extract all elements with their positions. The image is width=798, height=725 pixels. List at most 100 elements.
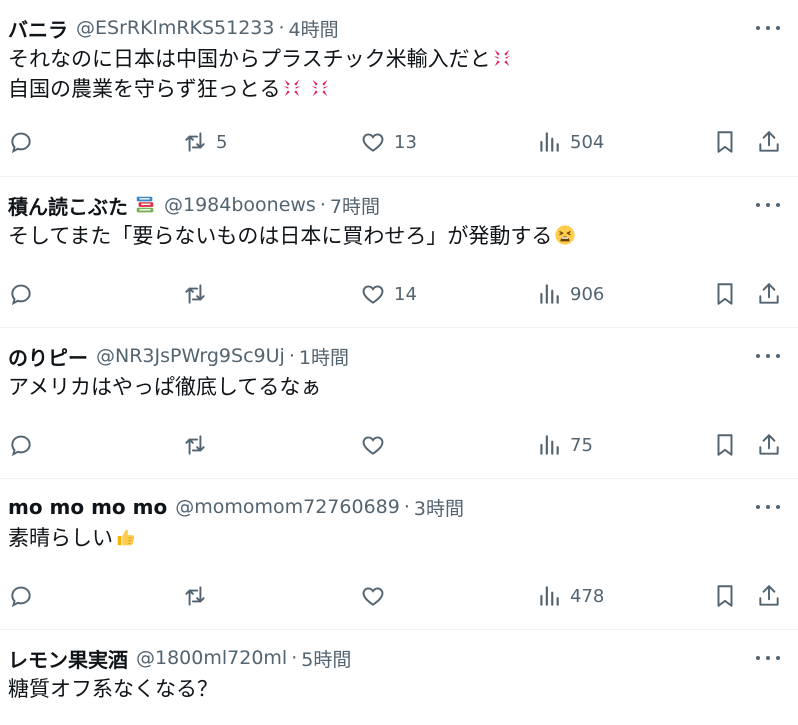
share-button[interactable] — [756, 431, 782, 459]
views-button[interactable]: 504 — [536, 128, 604, 156]
separator-dot: · — [278, 17, 285, 39]
reply-icon — [11, 435, 31, 457]
display-name[interactable]: 積ん読こぶた — [8, 191, 128, 220]
repost-button[interactable] — [182, 582, 216, 610]
post-time[interactable]: 1時間 — [299, 343, 349, 370]
views-button[interactable]: 75 — [536, 431, 593, 459]
share-icon — [759, 585, 779, 606]
action-bar: 75 — [8, 431, 784, 459]
action-bar: 5 13 504 — [8, 128, 784, 156]
post-text-line: そしてまた「要らないものは日本に買わせろ」が発動する — [8, 224, 553, 248]
reply-icon — [11, 284, 31, 306]
display-name[interactable]: mo mo mo mo — [8, 495, 167, 519]
more-icon[interactable] — [756, 346, 780, 366]
reply-button[interactable] — [8, 582, 34, 610]
weary-face-emoji — [555, 225, 575, 245]
repost-button[interactable]: 5 — [182, 128, 227, 156]
user-handle[interactable]: @1800ml720ml — [136, 647, 287, 669]
anger-emoji — [493, 49, 510, 67]
like-button[interactable] — [360, 431, 394, 459]
heart-icon — [362, 285, 384, 304]
post-text-line: それなのに日本は中国からプラスチック米輸入だと — [8, 47, 491, 71]
views-icon — [540, 284, 559, 304]
post-text: 素晴らしい — [8, 523, 798, 553]
reply-post[interactable]: レモン果実酒 @1800ml720ml · 5時間 糖質オフ系なくなる？ — [0, 630, 798, 725]
reply-post[interactable]: のりピー @NR3JsPWrg9Sc9Uj · 1時間 アメリカはやっぱ徹底して… — [0, 328, 798, 479]
view-count: 906 — [570, 283, 605, 305]
separator-dot: · — [319, 194, 326, 216]
share-icon — [759, 283, 779, 304]
like-button[interactable]: 14 — [360, 280, 417, 308]
post-header: mo mo mo mo @momomom72760689 · 3時間 — [8, 493, 798, 521]
more-icon[interactable] — [756, 648, 780, 668]
separator-dot: · — [291, 647, 298, 669]
post-time[interactable]: 5時間 — [301, 645, 351, 672]
share-button[interactable] — [756, 128, 782, 156]
reply-post[interactable]: 積ん読こぶた @1984boonews · 7時間 そしてまた「要らないものは日… — [0, 177, 798, 328]
post-header: バニラ @ESrRKlmRKS51233 · 4時間 — [8, 14, 798, 42]
share-button[interactable] — [756, 280, 782, 308]
post-text-line: 糖質オフ系なくなる？ — [8, 677, 218, 701]
reply-feed: バニラ @ESrRKlmRKS51233 · 4時間 それなのに日本は中国からプ… — [0, 0, 798, 725]
display-name[interactable]: レモン果実酒 — [8, 644, 128, 673]
share-icon — [759, 131, 779, 152]
more-icon[interactable] — [756, 497, 780, 517]
anger-emoji — [283, 79, 300, 97]
like-button[interactable] — [360, 582, 394, 610]
share-icon — [759, 434, 779, 455]
reply-button[interactable] — [8, 128, 34, 156]
views-icon — [540, 586, 559, 606]
more-icon[interactable] — [756, 195, 780, 215]
user-handle[interactable]: @1984boonews — [164, 194, 316, 216]
bookmark-icon — [717, 131, 733, 153]
bookmark-button[interactable] — [712, 280, 738, 308]
share-button[interactable] — [756, 582, 782, 610]
bookmark-button[interactable] — [712, 582, 738, 610]
repost-icon — [185, 284, 205, 304]
view-count: 75 — [570, 434, 593, 456]
view-count: 478 — [570, 585, 605, 607]
views-button[interactable]: 906 — [536, 280, 604, 308]
reply-post[interactable]: バニラ @ESrRKlmRKS51233 · 4時間 それなのに日本は中国からプ… — [0, 0, 798, 177]
post-text-line: 自国の農業を守らず狂っとる — [8, 77, 281, 101]
user-handle[interactable]: @NR3JsPWrg9Sc9Uj — [96, 345, 285, 367]
repost-icon — [185, 586, 205, 606]
views-button[interactable]: 478 — [536, 582, 604, 610]
repost-icon — [185, 435, 205, 455]
post-header: のりピー @NR3JsPWrg9Sc9Uj · 1時間 — [8, 342, 798, 370]
user-handle[interactable]: @ESrRKlmRKS51233 — [76, 17, 275, 39]
bookmark-icon — [717, 283, 733, 305]
reply-icon — [11, 586, 31, 608]
repost-count: 5 — [216, 131, 228, 153]
separator-dot: · — [288, 345, 295, 367]
user-handle[interactable]: @momomom72760689 — [175, 496, 400, 518]
display-name[interactable]: のりピー — [8, 342, 88, 371]
like-count: 14 — [394, 283, 417, 305]
books-emoji — [136, 196, 154, 213]
action-bar: 14 906 — [8, 280, 784, 308]
reply-post[interactable]: mo mo mo mo @momomom72760689 · 3時間 素晴らしい — [0, 479, 798, 630]
post-text: アメリカはやっぱ徹底してるなぁ — [8, 372, 798, 402]
bookmark-button[interactable] — [712, 128, 738, 156]
views-icon — [540, 132, 559, 152]
more-icon[interactable] — [756, 18, 780, 38]
repost-button[interactable] — [182, 431, 216, 459]
reply-button[interactable] — [8, 431, 34, 459]
separator-dot: · — [403, 496, 410, 518]
post-time[interactable]: 4時間 — [289, 15, 339, 42]
heart-icon — [362, 587, 384, 606]
reply-button[interactable] — [8, 280, 34, 308]
post-text: 糖質オフ系なくなる？ — [8, 674, 798, 704]
display-name[interactable]: バニラ — [8, 14, 68, 43]
post-text: それなのに日本は中国からプラスチック米輸入だと 自国の農業を守らず狂っとる — [8, 44, 798, 104]
post-header: 積ん読こぶた @1984boonews · 7時間 — [8, 191, 798, 219]
bookmark-button[interactable] — [712, 431, 738, 459]
thumbs-up-emoji — [117, 529, 135, 546]
heart-icon — [362, 436, 384, 455]
like-count: 13 — [394, 131, 417, 153]
like-button[interactable]: 13 — [360, 128, 417, 156]
post-time[interactable]: 7時間 — [330, 192, 380, 219]
reply-icon — [11, 132, 31, 154]
repost-button[interactable] — [182, 280, 216, 308]
post-time[interactable]: 3時間 — [414, 494, 464, 521]
